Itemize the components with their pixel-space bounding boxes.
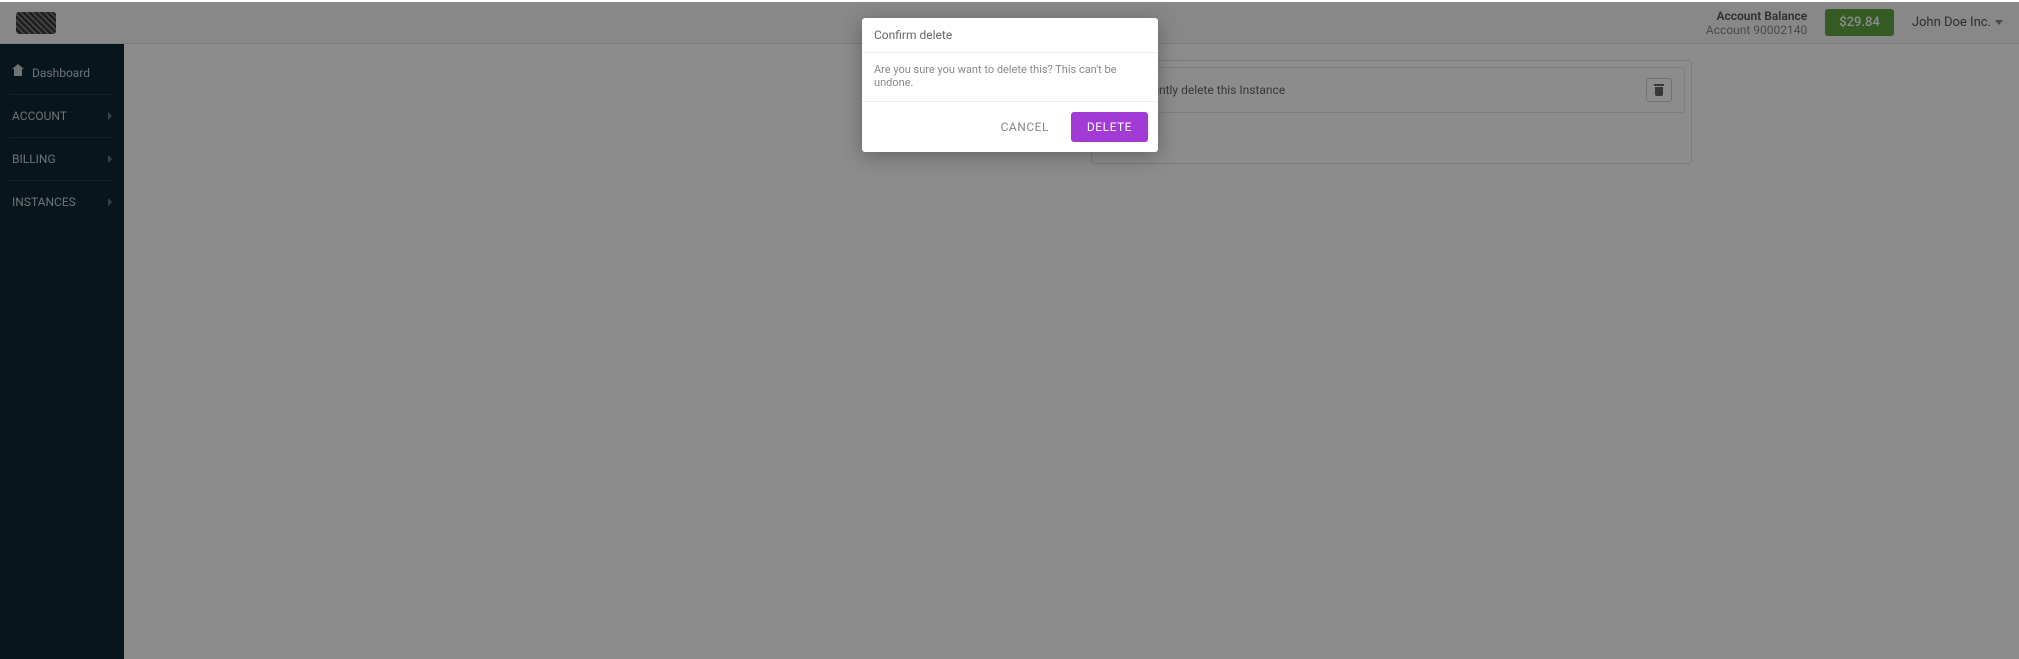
modal-title: Confirm delete (862, 18, 1158, 53)
modal-footer: CANCEL DELETE (862, 102, 1158, 152)
cancel-button[interactable]: CANCEL (989, 112, 1061, 142)
delete-button[interactable]: DELETE (1071, 112, 1148, 142)
confirm-delete-modal: Confirm delete Are you sure you want to … (862, 18, 1158, 152)
modal-body-text: Are you sure you want to delete this? Th… (862, 53, 1158, 102)
